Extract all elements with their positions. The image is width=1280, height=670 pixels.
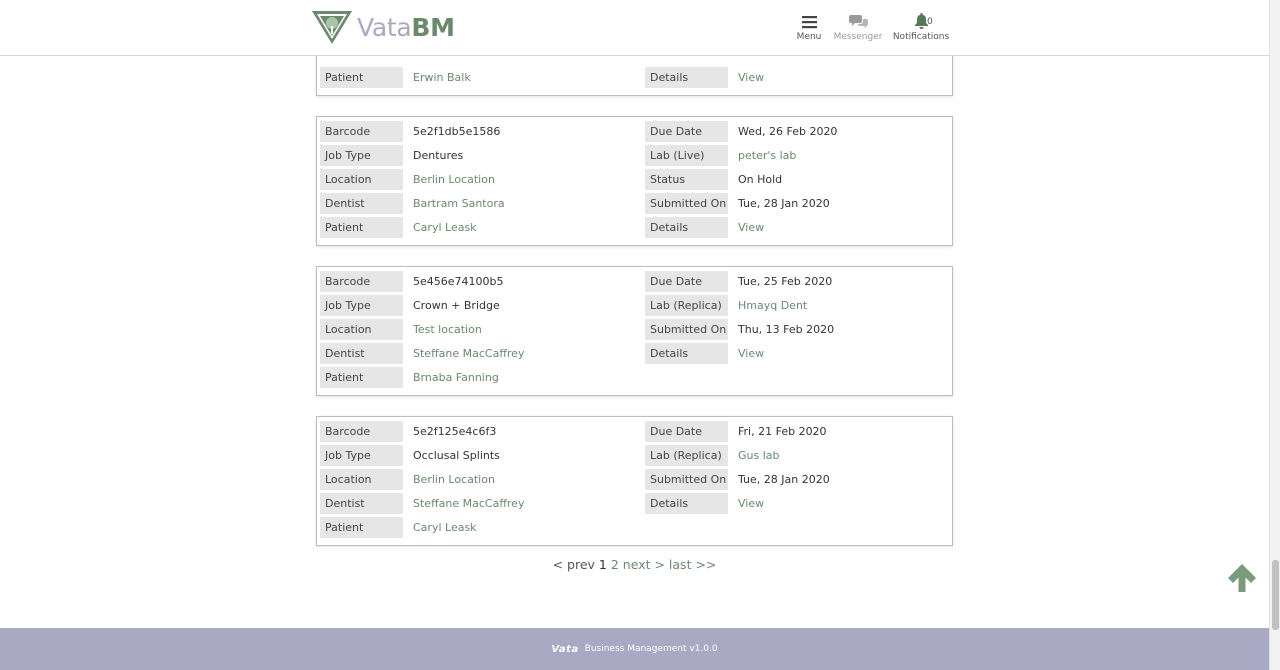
submitted-row: Submitted On Thu, 13 Feb 2020: [317, 319, 952, 340]
notifications-label: Notifications: [892, 32, 950, 42]
patient-row: Patient Caryl Leask: [317, 517, 952, 538]
hamburger-menu-icon: [801, 16, 817, 29]
job-card: Barcode 5e456e74100b5 Job Type Crown + B…: [316, 266, 953, 396]
lab-label: Lab (Replica): [645, 445, 728, 466]
details-view-link[interactable]: View: [738, 343, 764, 364]
lab-row: Lab (Live) peter's lab: [317, 145, 952, 166]
chat-bubbles-icon: [848, 15, 868, 28]
submitted-value: Tue, 28 Jan 2020: [738, 473, 830, 486]
scrollbar-thumb[interactable]: [1272, 560, 1279, 630]
messenger-label: Messenger: [833, 32, 883, 42]
details-label: Details: [645, 493, 728, 514]
due-date-label: Due Date: [645, 271, 728, 292]
notifications-button[interactable]: 0 Notifications: [892, 11, 950, 42]
patient-label: Patient: [320, 367, 403, 388]
tree-shield-logo-icon: [312, 11, 352, 44]
patient-row: Patient Brnaba Fanning: [317, 367, 952, 388]
lab-link[interactable]: peter's lab: [738, 145, 796, 166]
job-card: Barcode 5e2f125e4c6f3 Job Type Occlusal …: [316, 416, 953, 546]
job-card: Barcode 5e2f1db5e1586 Job Type Dentures …: [316, 116, 953, 246]
lab-link[interactable]: Hmayq Dent: [738, 295, 807, 316]
lab-row: Lab (Replica) Gus lab: [317, 445, 952, 466]
menu-label: Menu: [796, 32, 822, 42]
status-value: On Hold: [738, 173, 783, 186]
footer-text: Business Management v1.0.0: [584, 644, 718, 654]
status-label: Status: [645, 169, 728, 190]
pagination-current-page: 1: [598, 557, 607, 572]
details-view-link[interactable]: View: [738, 67, 764, 88]
page-scrollbar[interactable]: [1269, 0, 1280, 670]
submitted-value: Tue, 28 Jan 2020: [738, 197, 830, 210]
pagination-next-link[interactable]: next >: [623, 557, 665, 572]
due-date-value: Tue, 25 Feb 2020: [738, 275, 833, 288]
details-row: Details View: [317, 493, 952, 514]
submitted-label: Submitted On: [645, 469, 728, 490]
menu-button[interactable]: Menu: [794, 11, 824, 42]
scroll-to-top-arrow-icon[interactable]: [1226, 562, 1258, 594]
due-date-value: Wed, 26 Feb 2020: [738, 125, 838, 138]
submitted-value: Thu, 13 Feb 2020: [738, 323, 835, 336]
top-header: VataBM Menu Messenger 0 Notifications: [0, 0, 1269, 56]
notifications-count-badge: 0: [927, 17, 933, 27]
details-label: Details: [645, 343, 728, 364]
due-date-row: Due Date Wed, 26 Feb 2020: [317, 121, 952, 142]
due-date-label: Due Date: [645, 121, 728, 142]
submitted-label: Submitted On: [645, 193, 728, 214]
details-row: Details View: [317, 67, 952, 88]
submitted-row: Submitted On Tue, 28 Jan 2020: [317, 193, 952, 214]
details-row: Details View: [317, 217, 952, 238]
due-date-row: Due Date Fri, 21 Feb 2020: [317, 421, 952, 442]
page-footer: Vata Business Management v1.0.0: [0, 628, 1269, 670]
submitted-label: Submitted On: [645, 319, 728, 340]
lab-label: Lab (Replica): [645, 295, 728, 316]
due-date-value: Fri, 21 Feb 2020: [738, 425, 827, 438]
status-row: Status On Hold: [317, 169, 952, 190]
due-date-row: Due Date Tue, 25 Feb 2020: [317, 271, 952, 292]
pagination-page-2-link[interactable]: 2: [611, 557, 619, 572]
lab-link[interactable]: Gus lab: [738, 445, 780, 466]
patient-link[interactable]: Caryl Leask: [413, 517, 477, 538]
details-view-link[interactable]: View: [738, 217, 764, 238]
logo-wordmark: VataBM: [357, 12, 455, 42]
vatabm-logo[interactable]: VataBM: [311, 8, 455, 46]
details-label: Details: [645, 217, 728, 238]
footer-brand-logo: Vata: [551, 643, 579, 655]
details-view-link[interactable]: View: [738, 493, 764, 514]
pagination: < prev 1 2 next > last >>: [0, 557, 1269, 572]
messenger-button[interactable]: Messenger: [832, 11, 884, 42]
patient-link[interactable]: Brnaba Fanning: [413, 367, 499, 388]
due-date-label: Due Date: [645, 421, 728, 442]
lab-label: Lab (Live): [645, 145, 728, 166]
submitted-row: Submitted On Tue, 28 Jan 2020: [317, 469, 952, 490]
pagination-prev: < prev: [552, 557, 595, 572]
details-label: Details: [645, 67, 728, 88]
details-row: Details View: [317, 343, 952, 364]
patient-label: Patient: [320, 517, 403, 538]
pagination-last-link[interactable]: last >>: [669, 557, 716, 572]
lab-row: Lab (Replica) Hmayq Dent: [317, 295, 952, 316]
